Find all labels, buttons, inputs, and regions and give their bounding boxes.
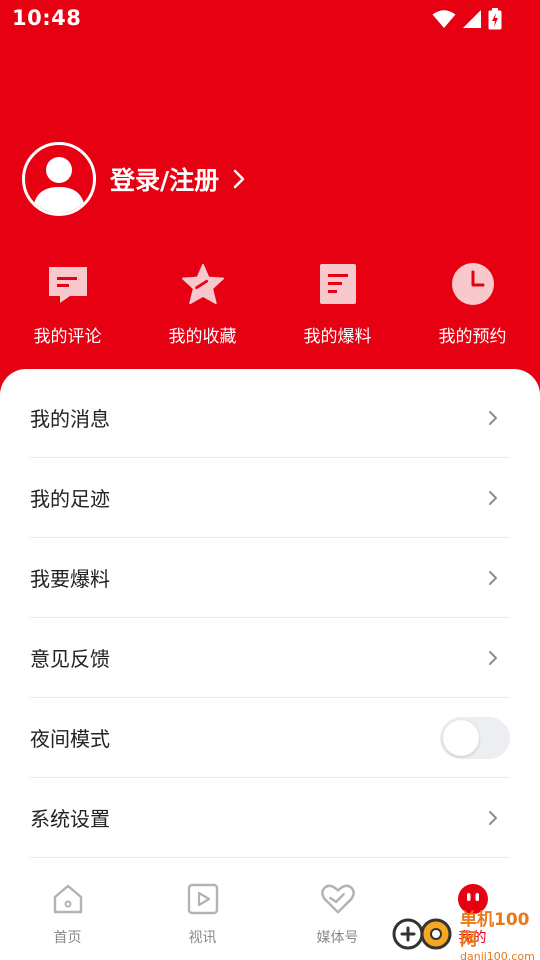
nav-item-media[interactable]: 媒体号 — [270, 859, 405, 960]
chevron-right-icon — [488, 489, 502, 507]
quick-action-reservations[interactable]: 我的预约 — [405, 262, 540, 347]
night-mode-toggle[interactable] — [440, 716, 510, 759]
quick-action-comments[interactable]: 我的评论 — [0, 262, 135, 347]
watermark-title: 单机100网 — [460, 909, 530, 950]
star-icon — [181, 262, 225, 306]
user-avatar-icon[interactable] — [22, 142, 96, 216]
quick-action-label: 我的爆料 — [303, 327, 372, 347]
login-register-button[interactable]: 登录/注册 — [22, 142, 245, 216]
menu-item-night-mode: 夜间模式 — [30, 698, 510, 778]
menu-item-label: 系统设置 — [30, 807, 110, 831]
battery-charging-icon — [488, 8, 502, 34]
nav-item-video[interactable]: 视讯 — [135, 859, 270, 960]
toggle-knob — [443, 719, 479, 756]
menu-item-label: 夜间模式 — [30, 727, 110, 751]
menu-item-label: 我要爆料 — [30, 567, 110, 591]
comment-icon — [46, 262, 90, 306]
menu-card: 我的消息 我的足迹 我要爆料 意见反馈 夜间模式 系统设置 — [0, 369, 540, 859]
menu-item-label: 我的足迹 — [30, 487, 110, 511]
watermark-text: 单机100网 danji100.com — [460, 910, 540, 960]
quick-action-label: 我的预约 — [438, 327, 507, 347]
chevron-right-icon — [488, 409, 502, 427]
heart-icon — [320, 881, 356, 917]
nav-label: 视讯 — [188, 930, 217, 946]
chevron-right-icon — [488, 649, 502, 667]
quick-action-tips[interactable]: 我的爆料 — [270, 262, 405, 347]
menu-item-feedback[interactable]: 意见反馈 — [30, 618, 510, 698]
quick-action-label: 我的收藏 — [168, 327, 237, 347]
clock-icon — [451, 262, 495, 306]
menu-item-label: 意见反馈 — [30, 647, 110, 671]
watermark-logo-icon — [390, 914, 456, 958]
quick-actions: 我的评论 我的收藏 我的爆料 我的预约 — [0, 262, 540, 347]
wifi-icon — [432, 9, 456, 33]
nav-item-home[interactable]: 首页 — [0, 859, 135, 960]
quick-action-label: 我的评论 — [33, 327, 102, 347]
document-icon — [316, 262, 360, 306]
video-play-icon — [185, 881, 221, 917]
settings-menu: 我的消息 我的足迹 我要爆料 意见反馈 夜间模式 系统设置 — [30, 378, 510, 858]
signal-icon — [462, 9, 482, 33]
menu-item-messages[interactable]: 我的消息 — [30, 378, 510, 458]
chevron-right-icon — [488, 569, 502, 587]
menu-item-history[interactable]: 我的足迹 — [30, 458, 510, 538]
status-bar: 10:48 — [0, 0, 540, 38]
watermark: 单机100网 danji100.com — [390, 910, 540, 960]
chevron-right-icon — [233, 169, 245, 189]
menu-item-submit-tip[interactable]: 我要爆料 — [30, 538, 510, 618]
login-register-label: 登录/注册 — [110, 166, 220, 195]
nav-label: 媒体号 — [316, 930, 359, 946]
watermark-url: danji100.com — [460, 949, 535, 960]
menu-item-label: 我的消息 — [30, 407, 110, 431]
chevron-right-icon — [488, 809, 502, 827]
screen: 10:48 登录/注册 我的评论 我的收藏 我的爆料 我的预约 我的消息 我的足… — [0, 0, 540, 960]
nav-label: 首页 — [53, 930, 82, 946]
status-icons — [432, 8, 502, 34]
home-icon — [50, 881, 86, 917]
status-time: 10:48 — [12, 6, 82, 30]
menu-item-settings[interactable]: 系统设置 — [30, 778, 510, 858]
quick-action-favorites[interactable]: 我的收藏 — [135, 262, 270, 347]
